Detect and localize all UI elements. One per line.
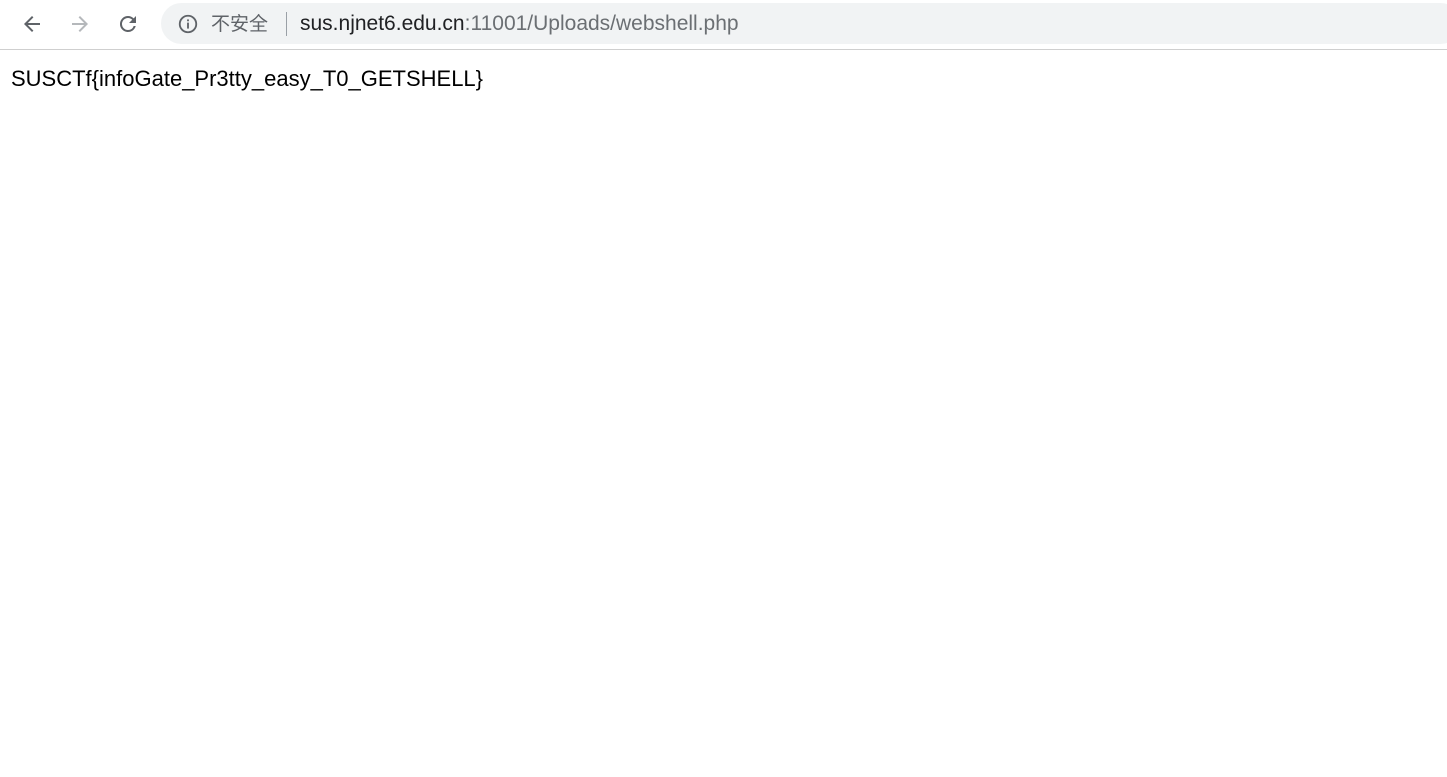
- page-body-text: SUSCTf{infoGate_Pr3tty_easy_T0_GETSHELL}: [11, 66, 484, 91]
- url-host: sus.njnet6.edu.cn: [300, 12, 465, 35]
- address-bar[interactable]: 不安全 sus.njnet6.edu.cn:11001/Uploads/webs…: [161, 3, 1447, 44]
- address-separator: [286, 12, 287, 36]
- arrow-right-icon: [72, 16, 88, 32]
- url-path: :11001/Uploads/webshell.php: [464, 12, 739, 35]
- back-button[interactable]: [15, 7, 49, 41]
- security-status-label[interactable]: 不安全: [211, 13, 268, 35]
- forward-button[interactable]: [63, 7, 97, 41]
- browser-toolbar: 不安全 sus.njnet6.edu.cn:11001/Uploads/webs…: [0, 0, 1447, 50]
- arrow-left-icon: [24, 16, 40, 32]
- url-text[interactable]: sus.njnet6.edu.cn:11001/Uploads/webshell…: [300, 12, 739, 36]
- info-circle-icon[interactable]: [177, 13, 199, 35]
- reload-button[interactable]: [111, 7, 145, 41]
- reload-icon: [119, 15, 136, 32]
